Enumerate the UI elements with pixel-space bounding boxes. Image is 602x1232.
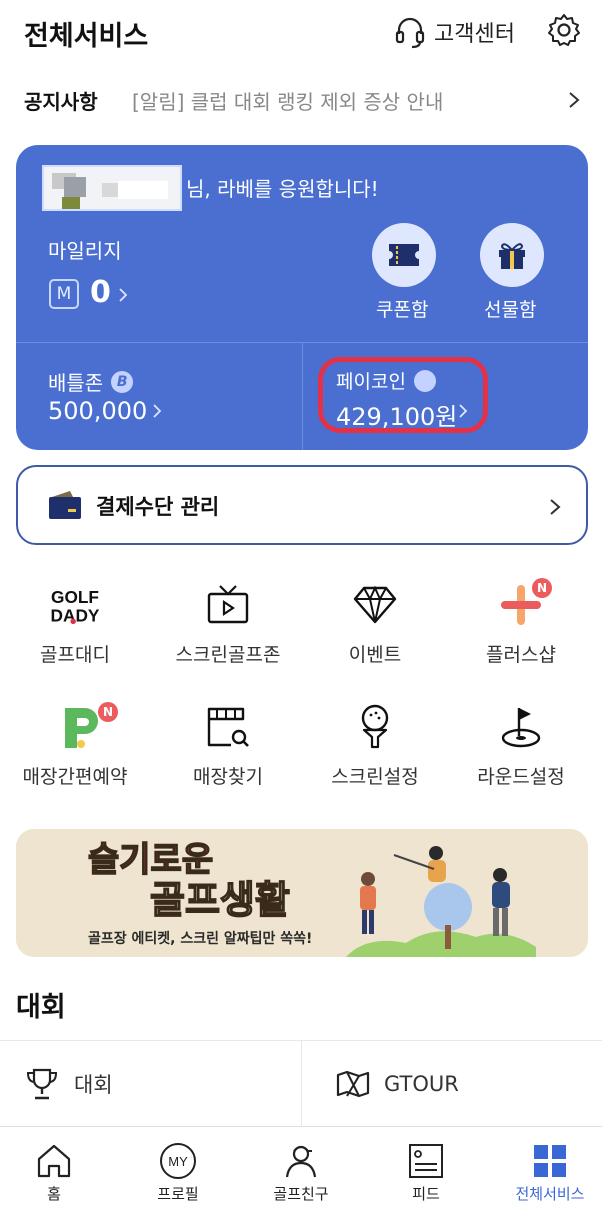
service-label: 스크린골프존	[175, 644, 281, 666]
trophy-icon	[26, 1068, 58, 1100]
grid-icon	[530, 1141, 570, 1181]
service-label: 이벤트	[348, 644, 402, 666]
service-golfdady[interactable]: GOLF DADY 골프대디	[0, 570, 150, 680]
headset-icon	[395, 17, 425, 49]
service-grid: GOLF DADY 골프대디 스크린골프존 이벤트 N 플러스샵 N 매장간편예…	[0, 570, 602, 800]
service-round-settings[interactable]: 라운드설정	[446, 692, 596, 802]
golf-flag-icon	[491, 702, 551, 752]
tab-label: 프로필	[157, 1185, 199, 1203]
tab-profile[interactable]: MY 프로필	[118, 1127, 238, 1232]
service-label: 플러스샵	[486, 644, 556, 666]
chevron-right-icon	[569, 92, 580, 108]
gift-button[interactable]	[480, 223, 544, 287]
promo-banner[interactable]: 슬기로운 골프생활 골프장 에티켓, 스크린 알짜팁만 쏙쏙!	[16, 829, 588, 957]
battlezone-coin-icon: B	[111, 370, 134, 393]
service-store-booking[interactable]: N 매장간편예약	[8, 692, 158, 802]
new-badge: N	[98, 702, 118, 722]
tournament-label: 대회	[74, 1073, 113, 1097]
golfdady-logo: GOLF DADY	[45, 580, 105, 630]
tab-home[interactable]: 홈	[0, 1127, 114, 1232]
gear-icon[interactable]	[546, 12, 582, 48]
tab-label: 전체서비스	[515, 1185, 585, 1203]
paycoin-label: 페이코인	[336, 367, 436, 394]
tab-label: 홈	[47, 1185, 61, 1203]
banner-title-2: 골프생활	[150, 878, 290, 922]
coupon-button[interactable]	[372, 223, 436, 287]
golfdady-logo-text: GOLF	[51, 587, 99, 607]
tab-all-services[interactable]: 전체서비스	[490, 1127, 602, 1232]
service-event[interactable]: 이벤트	[300, 570, 450, 680]
my-profile-icon-text: MY	[168, 1154, 188, 1169]
service-label: 스크린설정	[331, 766, 419, 788]
divider	[302, 342, 303, 450]
tv-play-icon	[198, 580, 258, 630]
header: 전체서비스 고객센터	[0, 0, 602, 64]
notice-label: 공지사항	[24, 90, 98, 114]
service-label: 매장간편예약	[22, 766, 128, 788]
service-label: 매장찾기	[193, 766, 263, 788]
ticket-icon	[389, 244, 419, 266]
my-profile-icon: MY	[158, 1141, 198, 1181]
mileage-badge: M	[49, 279, 79, 309]
mileage-value[interactable]: 0	[90, 275, 111, 310]
paycoin-label-text: 페이코인	[336, 371, 406, 393]
service-screen-settings[interactable]: 스크린설정	[300, 692, 450, 802]
chevron-right-icon	[550, 499, 561, 515]
notice-text: [알림] 클럽 대회 랭킹 제외 증상 안내	[132, 90, 444, 114]
battlezone-value[interactable]: 500,000	[48, 397, 147, 425]
chevron-right-icon	[153, 404, 162, 418]
tab-label: 골프친구	[273, 1185, 329, 1203]
account-card: 님, 라베를 응원합니다! 마일리지 M 0 쿠폰함 선물함 배틀존 B 500…	[16, 145, 588, 450]
gtour-button[interactable]: GTOUR	[336, 1060, 459, 1108]
chevron-right-icon	[119, 288, 128, 302]
section-title: 대회	[16, 992, 66, 1023]
gtour-label: GTOUR	[384, 1072, 459, 1096]
tab-label: 피드	[412, 1185, 440, 1203]
notice-bar[interactable]: 공지사항 [알림] 클럽 대회 랭킹 제외 증상 안내	[0, 76, 602, 124]
banner-subtitle: 골프장 에티켓, 스크린 알짜팁만 쏙쏙!	[88, 930, 312, 947]
page-title: 전체서비스	[24, 21, 149, 52]
gift-icon	[499, 243, 525, 269]
paycoin-value[interactable]: 429,100원	[336, 397, 457, 432]
tab-feed[interactable]: 피드	[366, 1127, 486, 1232]
customer-center-button[interactable]: 고객센터	[392, 14, 515, 50]
service-find-store[interactable]: 매장찾기	[153, 692, 303, 802]
new-badge: N	[532, 578, 552, 598]
golf-ball-tee-icon	[345, 702, 405, 752]
banner-title-1: 슬기로운	[88, 840, 213, 880]
tournament-button[interactable]: 대회	[24, 1060, 113, 1108]
map-icon	[336, 1070, 370, 1098]
gift-label: 선물함	[484, 299, 537, 321]
mileage-label: 마일리지	[48, 239, 122, 263]
banner-illustration: 슬기로운 골프생활 골프장 에티켓, 스크린 알짜팁만 쏙쏙!	[16, 829, 588, 957]
greeting-text: 님, 라베를 응원합니다!	[186, 177, 379, 201]
payment-method-label: 결제수단 관리	[96, 495, 220, 519]
golfer-friend-icon	[281, 1141, 321, 1181]
bottom-tab-bar: 홈 MY 프로필 골프친구 피드 전체서비스	[0, 1126, 602, 1232]
battlezone-label: 배틀존 B	[48, 367, 134, 396]
chevron-right-icon	[459, 404, 468, 418]
tab-golf-friends[interactable]: 골프친구	[241, 1127, 361, 1232]
service-plusshop[interactable]: N 플러스샵	[446, 570, 596, 680]
battlezone-label-text: 배틀존	[48, 371, 104, 395]
divider	[301, 1040, 302, 1126]
store-search-icon	[198, 702, 258, 752]
customer-center-label: 고객센터	[434, 22, 515, 47]
wallet-icon	[49, 491, 81, 519]
feed-icon	[406, 1141, 446, 1181]
coupon-label: 쿠폰함	[376, 299, 429, 321]
service-screen-golfzone[interactable]: 스크린골프존	[153, 570, 303, 680]
paycoin-icon	[413, 369, 436, 392]
diamond-icon	[345, 580, 405, 630]
payment-method-button[interactable]: 결제수단 관리	[16, 465, 588, 545]
service-label: 라운드설정	[477, 766, 565, 788]
home-icon	[34, 1141, 74, 1181]
user-name-redacted	[42, 165, 182, 211]
service-label: 골프대디	[40, 644, 110, 666]
